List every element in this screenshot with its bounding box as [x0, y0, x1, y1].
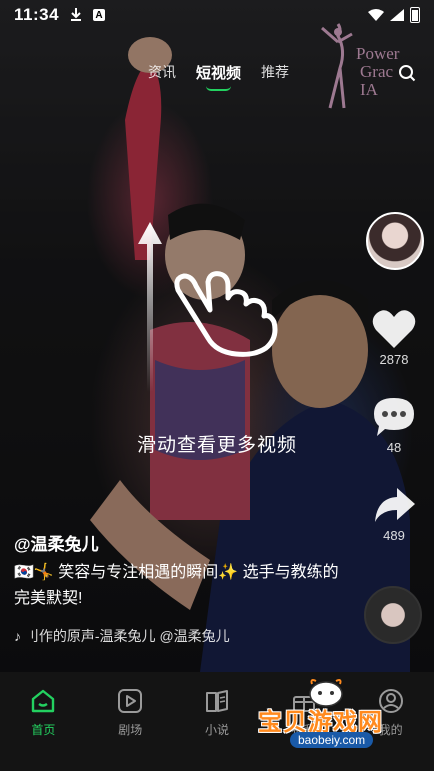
comment-button[interactable]: 48 [368, 396, 420, 455]
share-arrow-icon [375, 488, 415, 522]
like-button[interactable]: 2878 [368, 308, 420, 367]
app-notification-icon: A [93, 9, 106, 21]
comment-count: 48 [386, 440, 402, 455]
share-count: 489 [383, 528, 405, 543]
nav-novel[interactable]: 小说 [174, 672, 261, 771]
swipe-hand-icon [174, 271, 278, 357]
logo-line-3: IA [360, 80, 378, 99]
author-avatar[interactable] [366, 212, 424, 270]
search-icon[interactable] [398, 64, 416, 82]
swipe-up-arrow-icon [138, 222, 162, 392]
heart-icon [372, 310, 416, 348]
wifi-icon [368, 9, 384, 21]
battery-icon [410, 7, 420, 23]
comment-icon [374, 398, 414, 436]
signal-icon [390, 9, 404, 21]
music-disc[interactable] [364, 586, 422, 644]
home-icon [32, 689, 55, 713]
top-tabs: 资讯 短视频 推荐 [148, 62, 289, 91]
status-indicators [368, 7, 420, 23]
nav-novel-label: 小说 [204, 723, 229, 737]
logo-line-2: Grac [360, 62, 394, 81]
dancer-logo-icon [321, 23, 353, 109]
tab-short-video[interactable]: 短视频 [196, 62, 241, 91]
tab-news[interactable]: 资讯 [148, 62, 176, 83]
like-count: 2878 [379, 352, 409, 367]
logo-line-1: Power [356, 44, 400, 63]
watermark-url: baobeiy.com [290, 732, 374, 748]
share-button[interactable]: 489 [368, 484, 420, 543]
author-name[interactable]: @温柔兔儿 [14, 530, 99, 555]
status-time: 11:34 [14, 5, 60, 24]
video-description: 🇰🇷🤸 笑容与专注相遇的瞬间✨ 选手与教练的完美默契! [14, 564, 339, 607]
nav-home[interactable]: 首页 [0, 672, 87, 771]
nav-home-label: 首页 [31, 723, 56, 737]
book-icon [205, 690, 228, 712]
site-watermark: 宝贝游戏网 baobeiy.com [258, 672, 408, 762]
status-bar: 11:34 A [0, 0, 434, 30]
nav-theater[interactable]: 剧场 [87, 672, 174, 771]
play-icon [118, 689, 143, 713]
tab-recommend[interactable]: 推荐 [261, 62, 289, 83]
download-icon [69, 7, 83, 24]
music-info[interactable]: ♪ 刂作的原声-温柔兔儿 @温柔兔儿 [14, 626, 230, 646]
nav-theater-label: 剧场 [118, 723, 143, 737]
music-text: ♪ 刂作的原声-温柔兔儿 @温柔兔儿 [14, 628, 230, 644]
